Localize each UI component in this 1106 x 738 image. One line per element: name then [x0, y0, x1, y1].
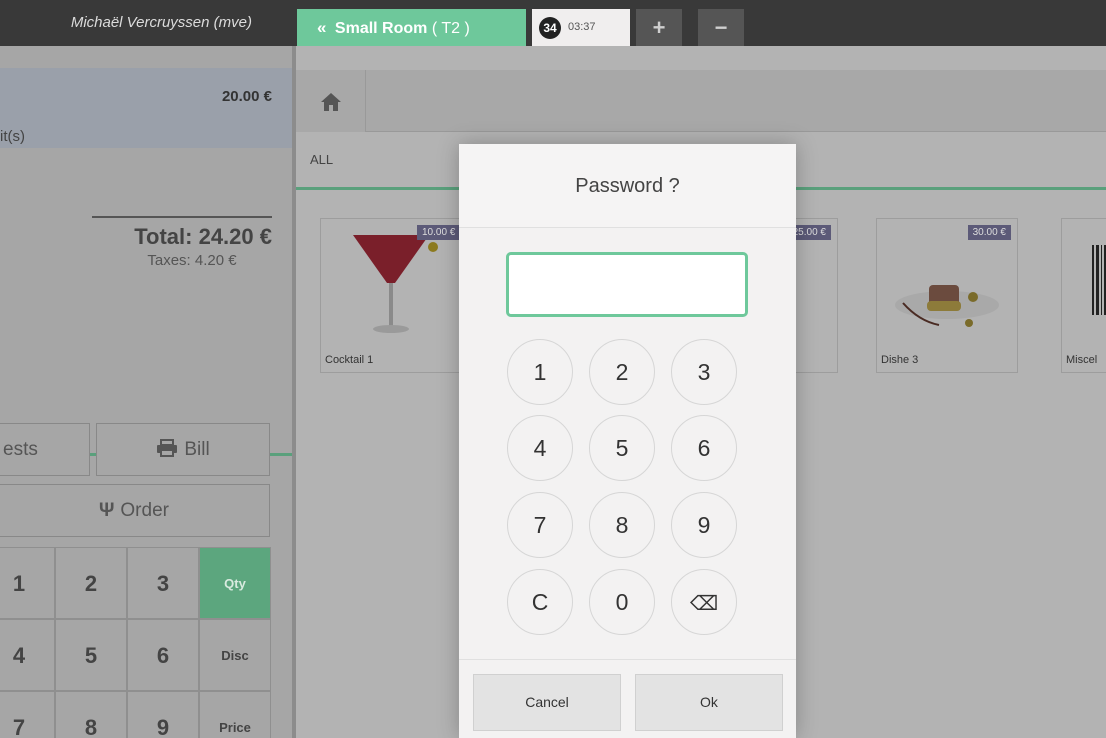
room-table: ( T2 ): [431, 20, 470, 37]
numpad-key-6[interactable]: 6: [127, 619, 199, 691]
order-total: Total: 24.20 €: [134, 224, 272, 249]
bill-button[interactable]: Bill: [96, 423, 270, 476]
numpad-key-3[interactable]: 3: [127, 547, 199, 619]
dish-image: [889, 225, 1005, 340]
keypad-key-2[interactable]: 2: [589, 339, 655, 405]
home-button[interactable]: [296, 70, 366, 132]
home-icon: [320, 93, 341, 112]
order-button[interactable]: Ψ Order: [0, 484, 270, 537]
numpad-key-2[interactable]: 2: [55, 547, 127, 619]
password-dialog: Password ? 1 2 3 4 5 6 7 8 9 C 0 ⌫ Cance…: [459, 144, 796, 738]
price-tag: 10.00 €: [417, 225, 461, 240]
category-all[interactable]: ALL: [310, 152, 333, 167]
order-line-price: 20.00 €: [221, 88, 272, 105]
numpad-mode-disc[interactable]: Disc: [199, 619, 271, 691]
product-name: Dishe 3: [881, 354, 919, 366]
password-input[interactable]: [506, 252, 748, 317]
backspace-icon: ⌫: [689, 593, 719, 615]
product-card[interactable]: 30.00 € Dishe 3: [876, 218, 1018, 373]
keypad-key-6[interactable]: 6: [671, 415, 737, 481]
numpad-key-7[interactable]: 7: [0, 691, 55, 738]
product-card[interactable]: Miscel: [1061, 218, 1106, 373]
printer-icon: [157, 439, 178, 457]
keypad-key-0[interactable]: 0: [589, 569, 655, 635]
order-time: 03:37: [568, 21, 596, 33]
order-panel: 20.00 € it(s) Total: 24.20 € Taxes: 4.20…: [0, 46, 292, 738]
keypad-key-5[interactable]: 5: [589, 415, 655, 481]
price-tag: 30.00 €: [967, 225, 1011, 240]
dialog-title: Password ?: [459, 144, 796, 228]
order-line-unit: it(s): [0, 128, 25, 145]
numpad-key-4[interactable]: 4: [0, 619, 55, 691]
keypad-clear[interactable]: C: [507, 569, 573, 635]
numpad-mode-qty[interactable]: Qty: [199, 547, 271, 619]
breadcrumb-bar: [296, 70, 1106, 132]
numpad-key-5[interactable]: 5: [55, 619, 127, 691]
remove-order-button[interactable]: −: [698, 9, 744, 46]
add-order-button[interactable]: +: [636, 9, 682, 46]
numpad-mode-price[interactable]: Price: [199, 691, 271, 738]
dialog-footer: Cancel Ok: [459, 659, 796, 738]
product-card[interactable]: 10.00 € Cocktail 1: [320, 218, 462, 373]
order-totals: Total: 24.20 € Taxes: 4.20 €: [92, 216, 272, 269]
room-tab[interactable]: « Small Room ( T2 ): [297, 9, 526, 46]
minus-icon: −: [714, 15, 728, 40]
cocktail-image: [333, 225, 449, 340]
keypad-backspace[interactable]: ⌫: [671, 569, 737, 635]
guests-button[interactable]: ests: [0, 423, 90, 476]
keypad-key-8[interactable]: 8: [589, 492, 655, 558]
current-user[interactable]: Michaël Vercruyssen (mve): [0, 0, 292, 46]
ok-button[interactable]: Ok: [635, 674, 783, 731]
keypad-key-9[interactable]: 9: [671, 492, 737, 558]
top-bar: Michaël Vercruyssen (mve) « Small Room (…: [0, 0, 1106, 46]
cutlery-icon: Ψ: [99, 500, 115, 521]
order-line[interactable]: 20.00 € it(s): [0, 68, 292, 148]
numpad-key-9[interactable]: 9: [127, 691, 199, 738]
order-taxes: Taxes: 4.20 €: [147, 252, 237, 269]
cancel-button[interactable]: Cancel: [473, 674, 621, 731]
room-name: Small Room: [334, 20, 428, 37]
keypad-key-3[interactable]: 3: [671, 339, 737, 405]
product-name: Miscel: [1066, 354, 1098, 366]
order-tab[interactable]: 34 03:37: [532, 9, 630, 46]
numpad-key-8[interactable]: 8: [55, 691, 127, 738]
keypad-key-4[interactable]: 4: [507, 415, 573, 481]
keypad-key-7[interactable]: 7: [507, 492, 573, 558]
plus-icon: +: [652, 15, 666, 40]
barcode-image: [1072, 225, 1106, 340]
keypad-key-1[interactable]: 1: [507, 339, 573, 405]
order-count-badge: 34: [539, 17, 561, 39]
chevron-left-icon: «: [317, 18, 327, 37]
bill-label: Bill: [184, 439, 210, 460]
order-label: Order: [120, 500, 169, 521]
product-name: Cocktail 1: [325, 354, 374, 366]
numpad-key-1[interactable]: 1: [0, 547, 55, 619]
guests-label: ests: [3, 439, 38, 460]
